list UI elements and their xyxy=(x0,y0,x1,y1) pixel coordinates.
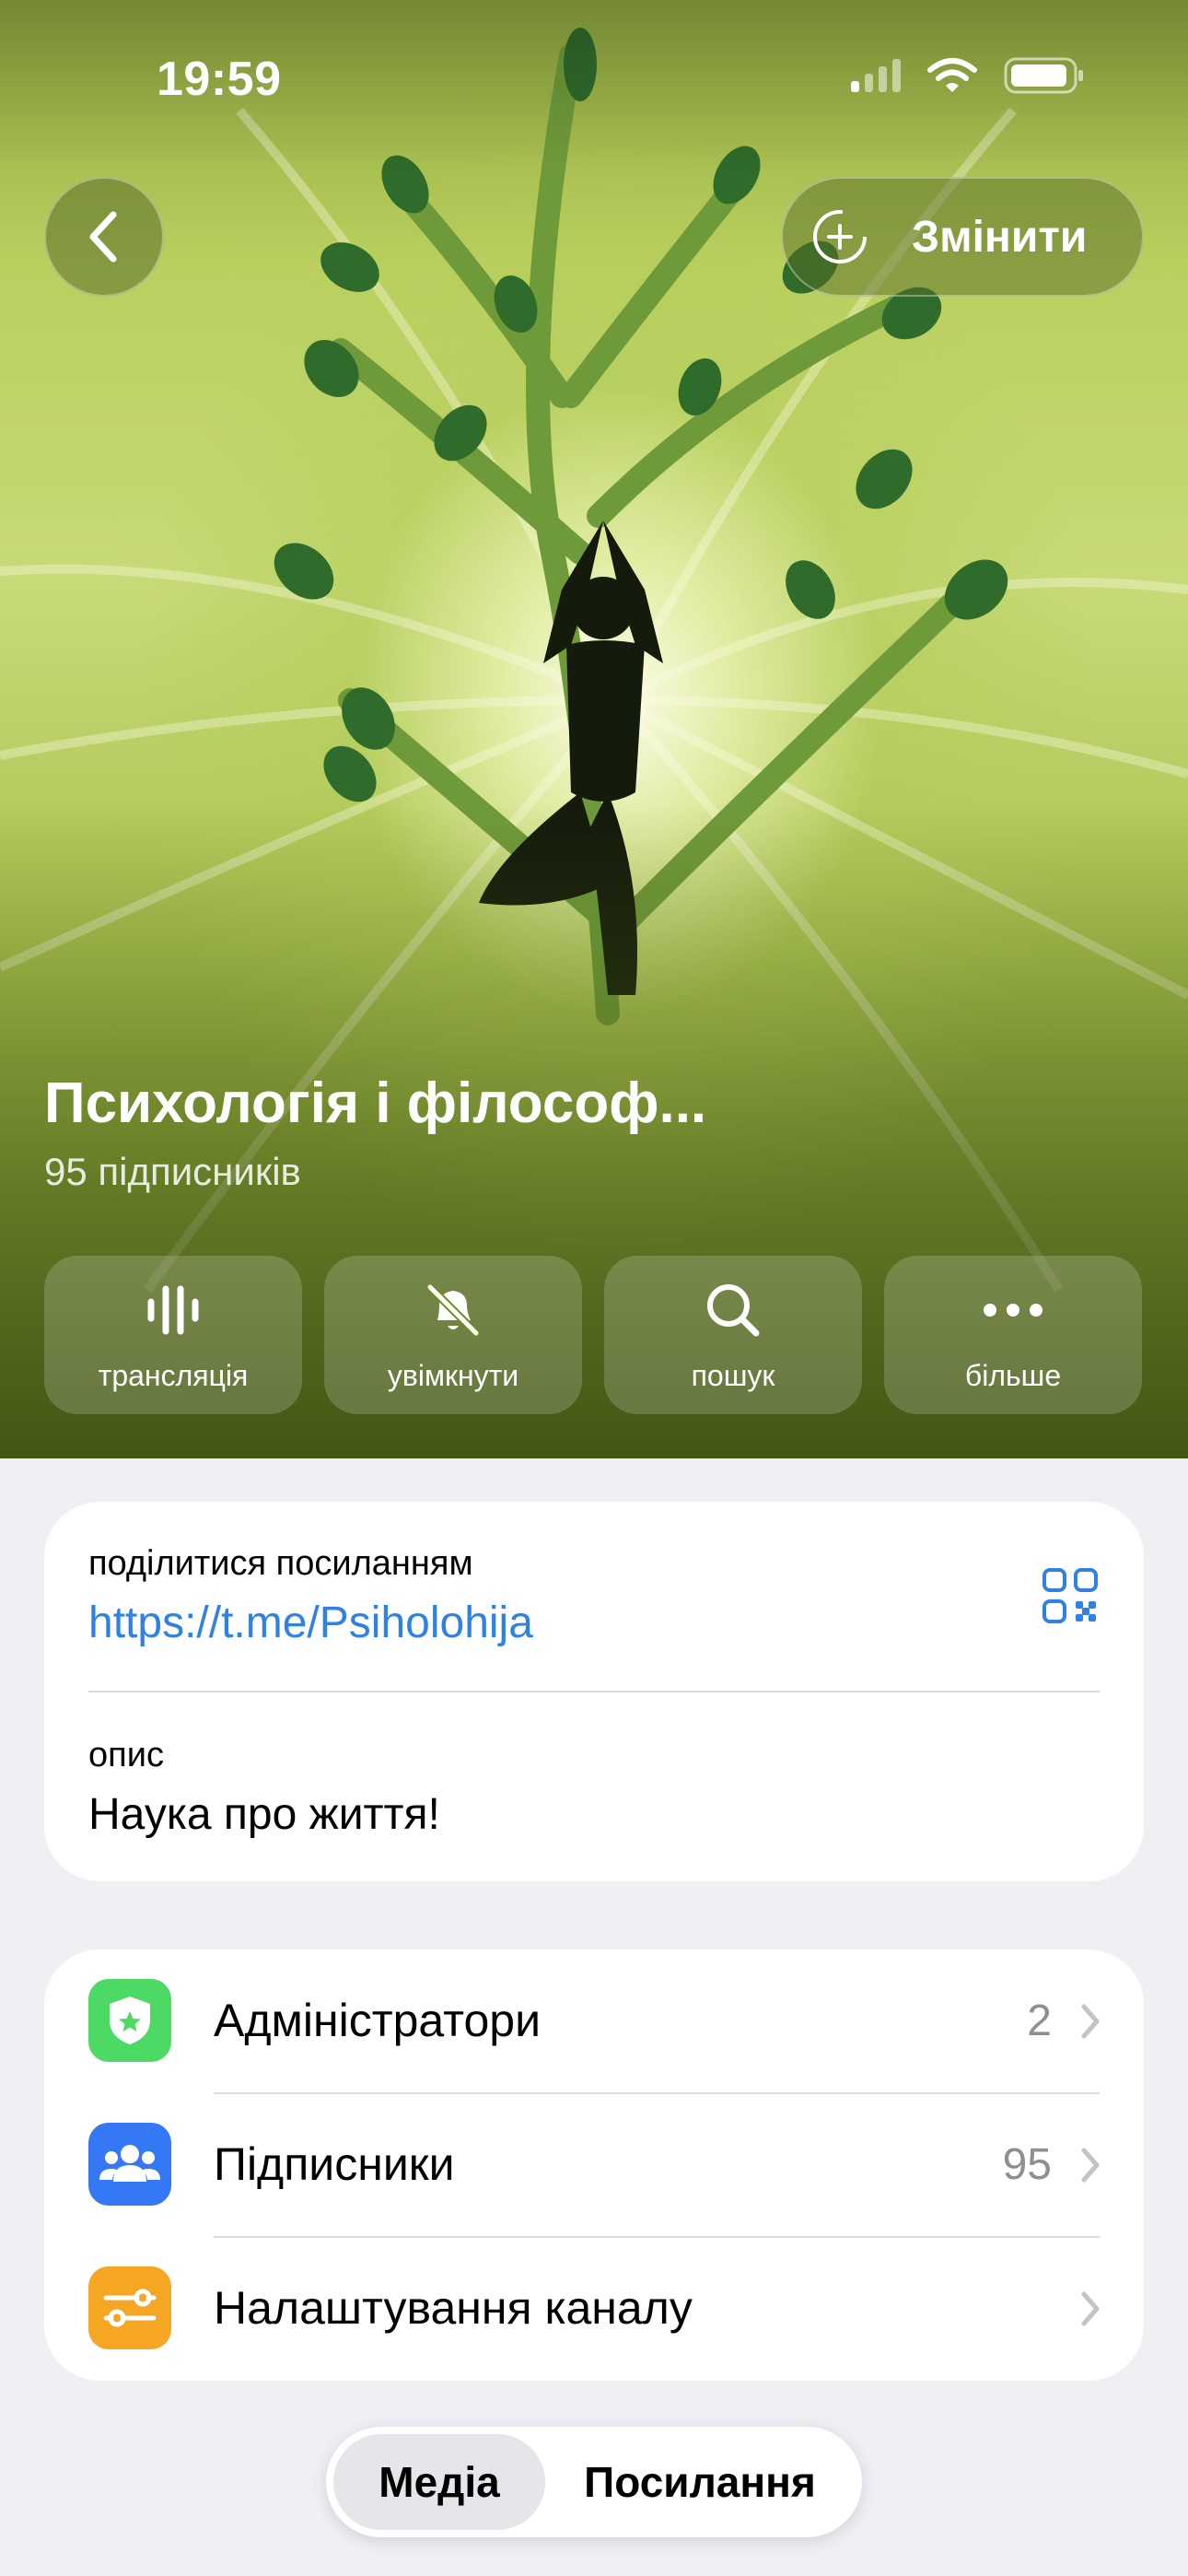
description-label: опис xyxy=(88,1736,164,1774)
status-icons xyxy=(851,57,1085,94)
menu-value: 95 xyxy=(1002,2140,1052,2189)
back-button[interactable] xyxy=(44,177,164,297)
tab-media[interactable]: Медіа xyxy=(333,2434,545,2530)
chevron-left-icon xyxy=(89,211,117,263)
menu-label: Підписники xyxy=(214,2138,455,2190)
edit-button[interactable]: Змінити xyxy=(781,177,1144,297)
live-stream-button[interactable]: трансляція xyxy=(44,1256,302,1414)
menu-value: 2 xyxy=(1027,1996,1052,2045)
status-bar: 19:59 xyxy=(0,0,1188,157)
action-label: пошук xyxy=(691,1358,775,1392)
add-circle-icon xyxy=(813,210,867,263)
search-icon xyxy=(707,1283,760,1336)
settings-menu-card: Адміністратори 2 Підписники 95 Налаштува… xyxy=(44,1950,1144,2381)
action-label: увімкнути xyxy=(387,1358,519,1392)
info-card: поділитися посиланням https://t.me/Psiho… xyxy=(44,1502,1144,1881)
people-icon xyxy=(88,2123,171,2206)
battery-icon xyxy=(1004,57,1083,94)
channel-link[interactable]: https://t.me/Psiholohija xyxy=(88,1598,533,1648)
wifi-icon xyxy=(927,58,977,92)
media-tabs: Медіа Посилання xyxy=(326,2427,862,2537)
unmute-button[interactable]: увімкнути xyxy=(324,1256,582,1414)
bell-muted-icon xyxy=(425,1282,481,1337)
divider xyxy=(88,1691,1100,1692)
live-stream-icon xyxy=(147,1285,199,1334)
more-icon xyxy=(984,1303,1042,1317)
chevron-right-icon xyxy=(1081,2291,1100,2326)
menu-item-administrators[interactable]: Адміністратори 2 xyxy=(44,1950,1144,2093)
qr-code-icon[interactable] xyxy=(1041,1566,1100,1625)
channel-title: Психологія і філософ... xyxy=(44,1071,707,1135)
action-label: трансляція xyxy=(98,1358,249,1392)
action-label: більше xyxy=(964,1358,1062,1392)
sliders-icon xyxy=(88,2266,171,2349)
shield-star-icon xyxy=(88,1979,171,2062)
status-time: 19:59 xyxy=(157,53,282,106)
cellular-signal-icon xyxy=(851,59,901,92)
chevron-right-icon xyxy=(1081,2004,1100,2039)
channel-description: Наука про життя! xyxy=(88,1790,440,1839)
more-button[interactable]: більше xyxy=(884,1256,1142,1414)
menu-item-channel-settings[interactable]: Налаштування каналу xyxy=(44,2237,1144,2381)
share-link-label: поділитися посиланням xyxy=(88,1544,473,1583)
action-bar: трансляція увімкнути пошук більше xyxy=(44,1256,1144,1414)
menu-label: Адміністратори xyxy=(214,1995,542,2046)
search-button[interactable]: пошук xyxy=(604,1256,862,1414)
chevron-right-icon xyxy=(1081,2148,1100,2183)
subscriber-count: 95 підписників xyxy=(44,1150,301,1193)
edit-label: Змінити xyxy=(912,212,1088,262)
tab-links[interactable]: Посилання xyxy=(545,2434,855,2530)
menu-item-subscribers[interactable]: Підписники 95 xyxy=(44,2093,1144,2237)
menu-label: Налаштування каналу xyxy=(214,2282,693,2334)
